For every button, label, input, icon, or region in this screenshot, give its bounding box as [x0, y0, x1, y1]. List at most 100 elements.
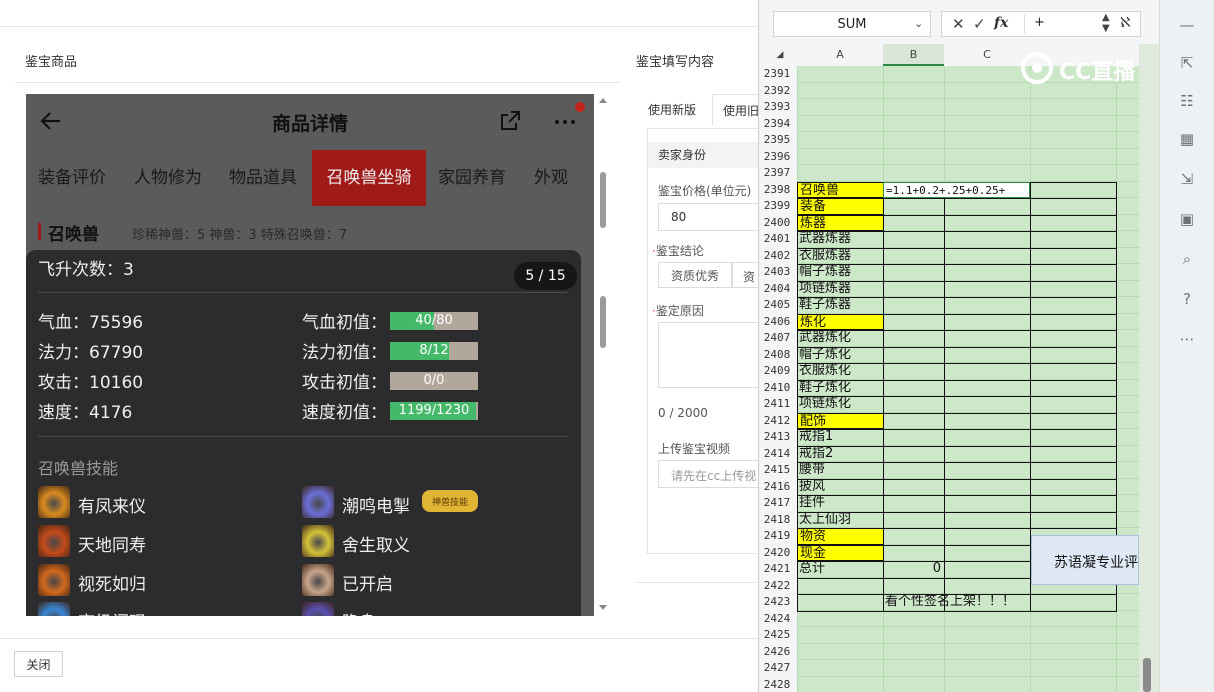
cell-grid[interactable]: 2391 2392 2393 2394 2395 2396 2397 2398 2399 2400… [759, 66, 1139, 692]
row-header[interactable]: 2411 [759, 396, 795, 413]
function-icon[interactable]: fx [994, 15, 1008, 31]
row-header[interactable]: 2413 [759, 429, 795, 446]
cell-a2408[interactable]: 帽子炼化 [797, 347, 884, 364]
cell-a2407[interactable]: 武器炼化 [797, 330, 884, 347]
format-icon[interactable]: ▣ [1178, 210, 1196, 228]
spinner-icon[interactable]: ▲ ▼ [1102, 12, 1110, 34]
sheet-scrollbar-thumb[interactable] [1143, 658, 1151, 692]
name-box[interactable]: SUM [773, 11, 931, 37]
column-header-c[interactable]: C [944, 44, 1030, 66]
share-icon[interactable] [498, 109, 522, 133]
select-icon[interactable]: ⇱ [1178, 54, 1196, 72]
close-button[interactable]: 关闭 [14, 651, 63, 677]
row-header[interactable]: 2406 [759, 314, 795, 331]
row-header[interactable]: 2405 [759, 297, 795, 314]
cell-a2420[interactable]: 现金 [797, 544, 884, 561]
tab-summons[interactable]: 召唤兽坐骑 [312, 150, 426, 206]
cell-a2421[interactable]: 总计 [797, 561, 884, 578]
help-icon[interactable]: ? [1178, 290, 1196, 308]
row-header[interactable]: 2419 [759, 528, 795, 545]
row-header[interactable]: 2396 [759, 149, 795, 166]
more-options-icon[interactable]: ⋯ [1178, 330, 1196, 348]
price-input[interactable]: 80 [658, 203, 760, 231]
select-all-icon[interactable]: ◢ [771, 44, 789, 66]
row-header[interactable]: 2404 [759, 281, 795, 298]
row-header[interactable]: 2412 [759, 413, 795, 430]
conclusion-option[interactable]: 资质优秀 [658, 262, 732, 288]
cell-a2415[interactable]: 腰带 [797, 462, 884, 479]
cell-a2406[interactable]: 炼化 [797, 313, 884, 330]
row-header[interactable]: 2401 [759, 231, 795, 248]
cell-a2398[interactable]: 召唤兽 [797, 181, 884, 198]
row-header[interactable]: 2417 [759, 495, 795, 512]
row-header[interactable]: 2409 [759, 363, 795, 380]
more-icon[interactable] [553, 114, 581, 128]
column-header-b[interactable]: B [883, 44, 944, 66]
table-icon[interactable]: ▦ [1178, 130, 1196, 148]
row-header[interactable]: 2397 [759, 165, 795, 182]
row-header[interactable]: 2393 [759, 99, 795, 116]
row-header[interactable]: 2414 [759, 446, 795, 463]
cell-a2412[interactable]: 配饰 [797, 412, 884, 429]
cell-a2402[interactable]: 衣服炼器 [797, 248, 884, 265]
tab-appearance[interactable]: 外观 [534, 150, 568, 206]
row-header[interactable]: 2428 [759, 677, 795, 692]
cell-a2419[interactable]: 物资 [797, 528, 884, 545]
row-header[interactable]: 2425 [759, 627, 795, 644]
row-header[interactable]: 2402 [759, 248, 795, 265]
row-header[interactable]: 2420 [759, 545, 795, 562]
row-header[interactable]: 2415 [759, 462, 795, 479]
cancel-icon[interactable]: ✕ [952, 15, 965, 33]
cell-b2423[interactable]: 看个性签名上架！！！ [883, 594, 1015, 611]
row-header[interactable]: 2391 [759, 66, 795, 83]
product-detail-preview[interactable]: 商品详情 装备评价 人物修为 物品道具 召唤兽坐骑 家园养育 外观 召唤兽 珍稀… [26, 94, 594, 616]
tab-items[interactable]: 物品道具 [229, 150, 297, 206]
row-header[interactable]: 2424 [759, 611, 795, 628]
row-header[interactable]: 2410 [759, 380, 795, 397]
tab-home[interactable]: 家园养育 [438, 150, 506, 206]
cell-a2409[interactable]: 衣服炼化 [797, 363, 884, 380]
expand-formula-icon[interactable]: ℵ [1120, 15, 1130, 31]
row-header[interactable]: 2426 [759, 644, 795, 661]
row-header[interactable]: 2423 [759, 594, 795, 611]
cell-a2400[interactable]: 炼器 [797, 214, 884, 231]
cell-a2411[interactable]: 项链炼化 [797, 396, 884, 413]
tab-character[interactable]: 人物修为 [134, 150, 202, 206]
preview-scrollbar[interactable] [598, 94, 608, 616]
reason-textarea[interactable] [658, 322, 760, 388]
cell-a2399[interactable]: 装备 [797, 198, 884, 215]
cell-a2414[interactable]: 戒指2 [797, 446, 884, 463]
tab-new-version[interactable]: 使用新版 [638, 94, 706, 126]
row-header[interactable]: 2403 [759, 264, 795, 281]
cell-a2405[interactable]: 鞋子炼器 [797, 297, 884, 314]
row-header[interactable]: 2400 [759, 215, 795, 232]
row-header[interactable]: 2421 [759, 561, 795, 578]
row-header[interactable]: 2399 [759, 198, 795, 215]
row-header[interactable]: 2392 [759, 83, 795, 100]
conclusion-option[interactable]: 资 [732, 262, 760, 288]
chevron-down-icon[interactable]: ⌄ [914, 17, 923, 30]
row-header[interactable]: 2394 [759, 116, 795, 133]
column-header-a[interactable]: A [797, 44, 883, 66]
minimize-icon[interactable]: — [1178, 16, 1196, 34]
row-header[interactable]: 2416 [759, 479, 795, 496]
sheet-scrollbar-track[interactable] [1139, 44, 1159, 692]
pin-icon[interactable]: ⇲ [1178, 170, 1196, 188]
cell-a2416[interactable]: 披风 [797, 479, 884, 496]
formula-input[interactable]: + [1034, 15, 1045, 30]
cell-b2421[interactable]: 0 [883, 561, 945, 578]
active-cell-editor[interactable]: =1.1+0.2+.25+0.25+ [883, 181, 1030, 198]
cell-a2401[interactable]: 武器炼器 [797, 231, 884, 248]
cell-a2417[interactable]: 挂件 [797, 495, 884, 512]
row-header[interactable]: 2427 [759, 660, 795, 677]
upload-input[interactable]: 请先在cc上传视 [658, 460, 760, 488]
row-header[interactable]: 2407 [759, 330, 795, 347]
row-header[interactable]: 2398 [759, 182, 795, 199]
row-header[interactable]: 2408 [759, 347, 795, 364]
tab-equipment[interactable]: 装备评价 [38, 150, 106, 206]
cell-a2404[interactable]: 项链炼器 [797, 281, 884, 298]
row-header[interactable]: 2422 [759, 578, 795, 595]
row-header[interactable]: 2395 [759, 132, 795, 149]
cell-a2413[interactable]: 戒指1 [797, 429, 884, 446]
confirm-icon[interactable]: ✓ [973, 15, 986, 33]
